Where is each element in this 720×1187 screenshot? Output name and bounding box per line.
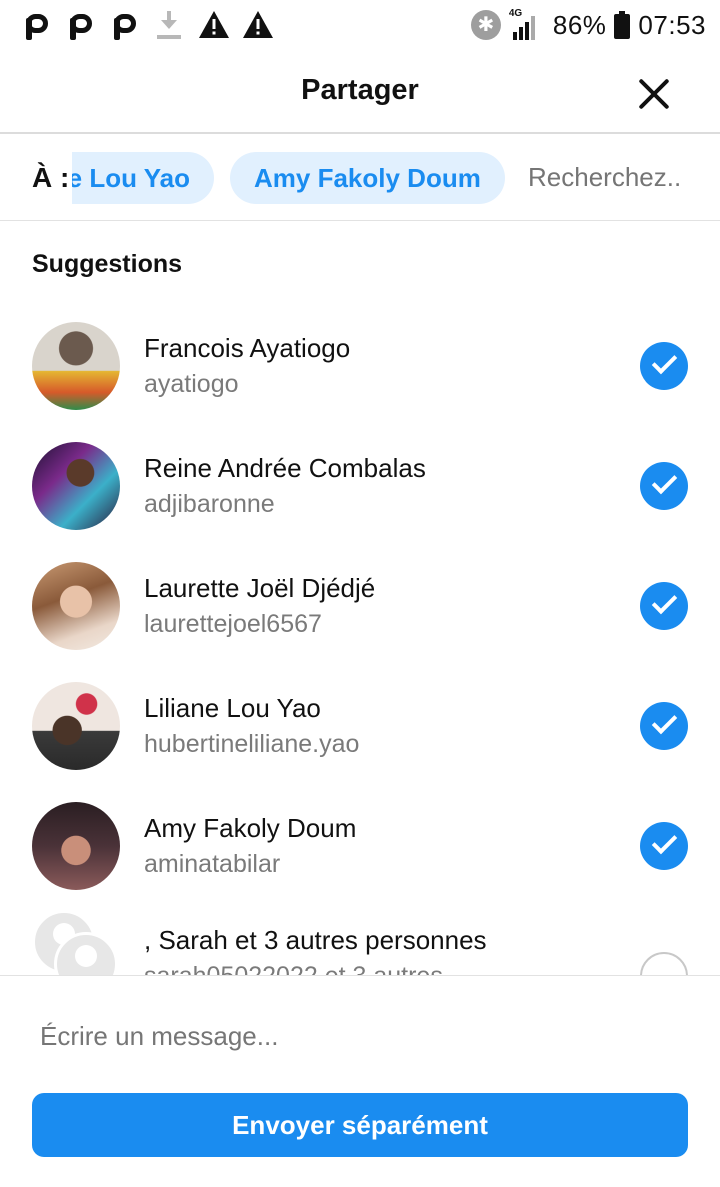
list-item[interactable]: Liliane Lou Yao hubertineliliane.yao (0, 660, 720, 780)
avatar (32, 322, 120, 410)
clock: 07:53 (638, 9, 706, 40)
notification-icons (22, 8, 286, 42)
contact-username: adjibaronne (144, 490, 275, 518)
contact-name: Francois Ayatiogo (144, 333, 351, 363)
pinterest-p-icon (22, 8, 66, 42)
to-label: À : (32, 162, 70, 193)
contact-name: Liliane Lou Yao (144, 693, 321, 723)
warning-icon (198, 8, 242, 42)
status-bar: ✱ 4G 86% 07:53 (0, 0, 720, 50)
avatar (32, 682, 120, 770)
selected-check-icon[interactable] (640, 702, 688, 750)
selected-check-icon[interactable] (640, 822, 688, 870)
share-header: Partager (0, 50, 720, 134)
recipient-search-input[interactable] (528, 162, 698, 193)
contact-username: ayatiogo (144, 370, 239, 398)
recipient-chip[interactable]: Liliane Lou Yao (72, 152, 214, 204)
contact-username: hubertineliliane.yao (144, 730, 360, 758)
contact-name: , Sarah et 3 autres personnes (144, 925, 487, 955)
list-item[interactable]: , Sarah et 3 autres personnes sarah05022… (0, 900, 720, 975)
bluetooth-icon: ✱ (470, 10, 501, 40)
battery-icon (614, 11, 631, 39)
list-item[interactable]: Amy Fakoly Doum aminatabilar (0, 780, 720, 900)
avatar (32, 442, 120, 530)
list-item[interactable]: Francois Ayatiogo ayatiogo (0, 300, 720, 420)
warning-icon (242, 8, 286, 42)
battery-percentage: 86% (552, 9, 607, 40)
contact-username: laurettejoel6567 (144, 610, 322, 638)
list-item[interactable]: Reine Andrée Combalas adjibaronne (0, 420, 720, 540)
message-input[interactable] (40, 1016, 680, 1056)
close-icon[interactable] (632, 72, 676, 116)
suggestions-list: Francois Ayatiogo ayatiogo Reine Andrée … (0, 300, 720, 975)
list-item[interactable]: Laurette Joël Djédjé laurettejoel6567 (0, 540, 720, 660)
recipients-bar: À : Liliane Lou Yao Amy Fakoly Doum (0, 136, 720, 221)
contact-name: Reine Andrée Combalas (144, 453, 426, 483)
avatar (32, 802, 120, 890)
recipient-chips: Liliane Lou Yao Amy Fakoly Doum (72, 152, 520, 204)
contact-name: Laurette Joël Djédjé (144, 573, 376, 603)
pinterest-p-icon (66, 8, 110, 42)
group-avatar (32, 910, 132, 975)
recipient-chip[interactable]: Amy Fakoly Doum (230, 152, 505, 204)
compose-footer: Envoyer séparément (0, 975, 720, 1187)
selected-check-icon[interactable] (640, 342, 688, 390)
selected-check-icon[interactable] (640, 582, 688, 630)
suggestions-heading: Suggestions (32, 250, 183, 278)
contact-name: Amy Fakoly Doum (144, 813, 357, 843)
signal-icon: 4G (509, 8, 545, 40)
unselected-radio[interactable] (640, 952, 688, 975)
selected-check-icon[interactable] (640, 462, 688, 510)
page-title: Partager (301, 74, 419, 106)
contact-username: sarah05022022 et 3 autres (144, 962, 443, 975)
pinterest-p-icon (110, 8, 154, 42)
system-indicators: ✱ 4G 86% 07:53 (470, 8, 706, 42)
avatar (32, 562, 120, 650)
download-icon (154, 8, 198, 42)
contact-username: aminatabilar (144, 850, 281, 878)
send-separately-button[interactable]: Envoyer séparément (32, 1093, 688, 1157)
